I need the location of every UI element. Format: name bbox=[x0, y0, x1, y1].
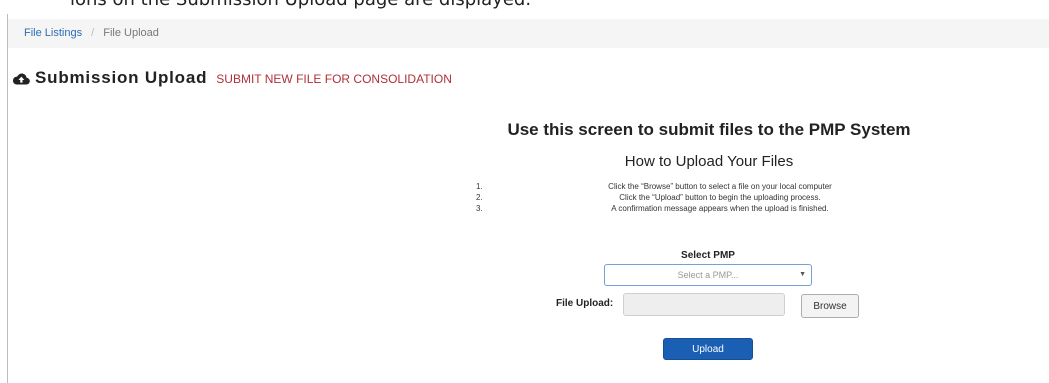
step-text: Click the “Browse” button to select a fi… bbox=[608, 182, 832, 191]
how-to-heading: How to Upload Your Files bbox=[624, 153, 794, 170]
instruction-step: 2. Click the “Upload” button to begin th… bbox=[470, 192, 948, 203]
intro-heading: Use this screen to submit files to the P… bbox=[507, 120, 911, 139]
breadcrumb: File Listings / File Upload bbox=[8, 19, 1049, 48]
breadcrumb-link-file-listings[interactable]: File Listings bbox=[24, 27, 82, 39]
step-number: 1. bbox=[476, 182, 483, 191]
select-pmp-label: Select PMP bbox=[681, 250, 735, 261]
instruction-step: 1. Click the “Browse” button to select a… bbox=[470, 181, 948, 192]
left-border bbox=[7, 14, 8, 383]
instruction-list: 1. Click the “Browse” button to select a… bbox=[470, 181, 948, 214]
upload-button[interactable]: Upload bbox=[663, 338, 753, 360]
file-upload-label: File Upload: bbox=[556, 298, 614, 309]
page-subtitle: SUBMIT NEW FILE FOR CONSOLIDATION bbox=[216, 72, 452, 86]
dropdown-arrow-icon: ▼ bbox=[799, 271, 806, 278]
pmp-select-dropdown[interactable]: Select a PMP... ▼ bbox=[604, 264, 812, 286]
cloud-upload-icon bbox=[12, 73, 30, 85]
clipped-top-text-content: ions on the Submission Upload page are d… bbox=[70, 0, 531, 10]
step-text: Click the “Upload” button to begin the u… bbox=[619, 193, 821, 202]
page-title: Submission Upload bbox=[35, 68, 208, 87]
pmp-select-placeholder: Select a PMP... bbox=[677, 270, 739, 280]
browse-button[interactable]: Browse bbox=[801, 294, 859, 318]
step-number: 2. bbox=[476, 193, 483, 202]
clipped-top-text: ions on the Submission Upload page are d… bbox=[0, 0, 1049, 14]
step-text: A confirmation message appears when the … bbox=[611, 204, 829, 213]
instruction-step: 3. A confirmation message appears when t… bbox=[470, 203, 948, 214]
breadcrumb-current-file-upload: File Upload bbox=[103, 27, 159, 39]
step-number: 3. bbox=[476, 204, 483, 213]
breadcrumb-separator: / bbox=[91, 27, 95, 39]
file-upload-field[interactable] bbox=[623, 293, 785, 316]
page-header: Submission Upload SUBMIT NEW FILE FOR CO… bbox=[12, 66, 452, 90]
